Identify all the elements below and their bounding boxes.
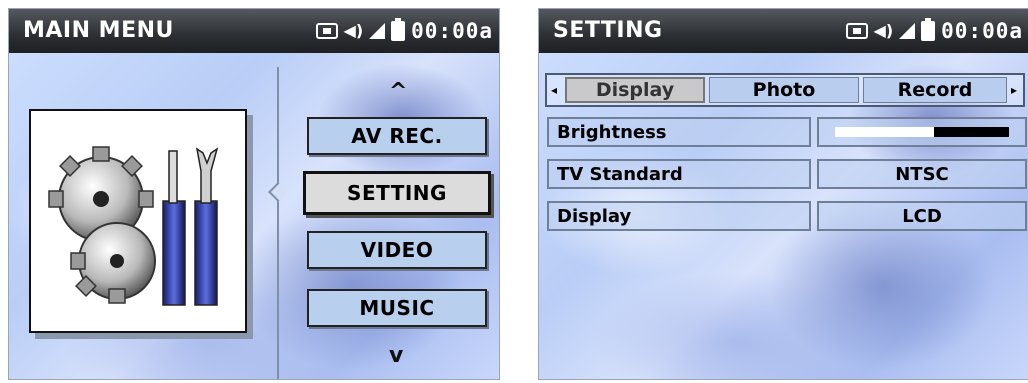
scroll-down-icon[interactable]: v: [389, 343, 403, 368]
brightness-label: Brightness: [547, 117, 811, 147]
tv-standard-value[interactable]: NTSC: [817, 159, 1027, 189]
speaker-icon: ◀): [343, 21, 364, 40]
tv-out-icon: [845, 23, 868, 39]
status-bar: ◀) 00:00a: [845, 17, 1023, 45]
tab-left-arrow-icon[interactable]: ◂: [551, 83, 557, 97]
battery-icon: [921, 18, 936, 41]
status-bar: ◀) 00:00a: [315, 17, 493, 45]
tv-standard-label: TV Standard: [547, 159, 811, 189]
scroll-up-icon[interactable]: ^: [389, 79, 407, 104]
signal-icon: [899, 23, 916, 39]
clock: 00:00a: [411, 19, 493, 43]
settings-tools-icon: [48, 146, 219, 306]
tab-record[interactable]: Record: [863, 77, 1007, 103]
clock: 00:00a: [941, 19, 1023, 43]
battery-icon: [391, 18, 406, 41]
menu-item-av-rec[interactable]: AV REC.: [307, 117, 487, 155]
settings-tabs: ◂ Display Photo Record ▸: [545, 73, 1025, 107]
main-menu-screen: MAIN MENU ◀) 00:00a ^ AV REC. SETTING VI…: [8, 8, 500, 380]
tab-right-arrow-icon[interactable]: ▸: [1011, 83, 1017, 97]
tab-photo[interactable]: Photo: [709, 77, 859, 103]
screen-title: SETTING: [553, 18, 663, 43]
menu-item-video[interactable]: VIDEO: [307, 231, 487, 269]
title-bar: SETTING ◀) 00:00a: [539, 9, 1028, 53]
menu-item-music[interactable]: MUSIC: [307, 289, 487, 327]
brightness-slider-fill: [934, 127, 1009, 137]
preview-pane: [9, 67, 279, 379]
setting-screen: SETTING ◀) 00:00a ◂ Display Photo Record…: [538, 8, 1028, 380]
title-bar: MAIN MENU ◀) 00:00a: [9, 9, 499, 53]
display-label: Display: [547, 201, 811, 231]
display-value[interactable]: LCD: [817, 201, 1027, 231]
brightness-slider-track[interactable]: [835, 127, 1009, 137]
app-preview: [29, 109, 247, 333]
screen-title: MAIN MENU: [23, 18, 174, 43]
speaker-icon: ◀): [873, 21, 894, 40]
tab-display[interactable]: Display: [565, 77, 705, 103]
tv-out-icon: [315, 23, 338, 39]
signal-icon: [369, 23, 386, 39]
menu-item-setting[interactable]: SETTING: [303, 171, 491, 215]
